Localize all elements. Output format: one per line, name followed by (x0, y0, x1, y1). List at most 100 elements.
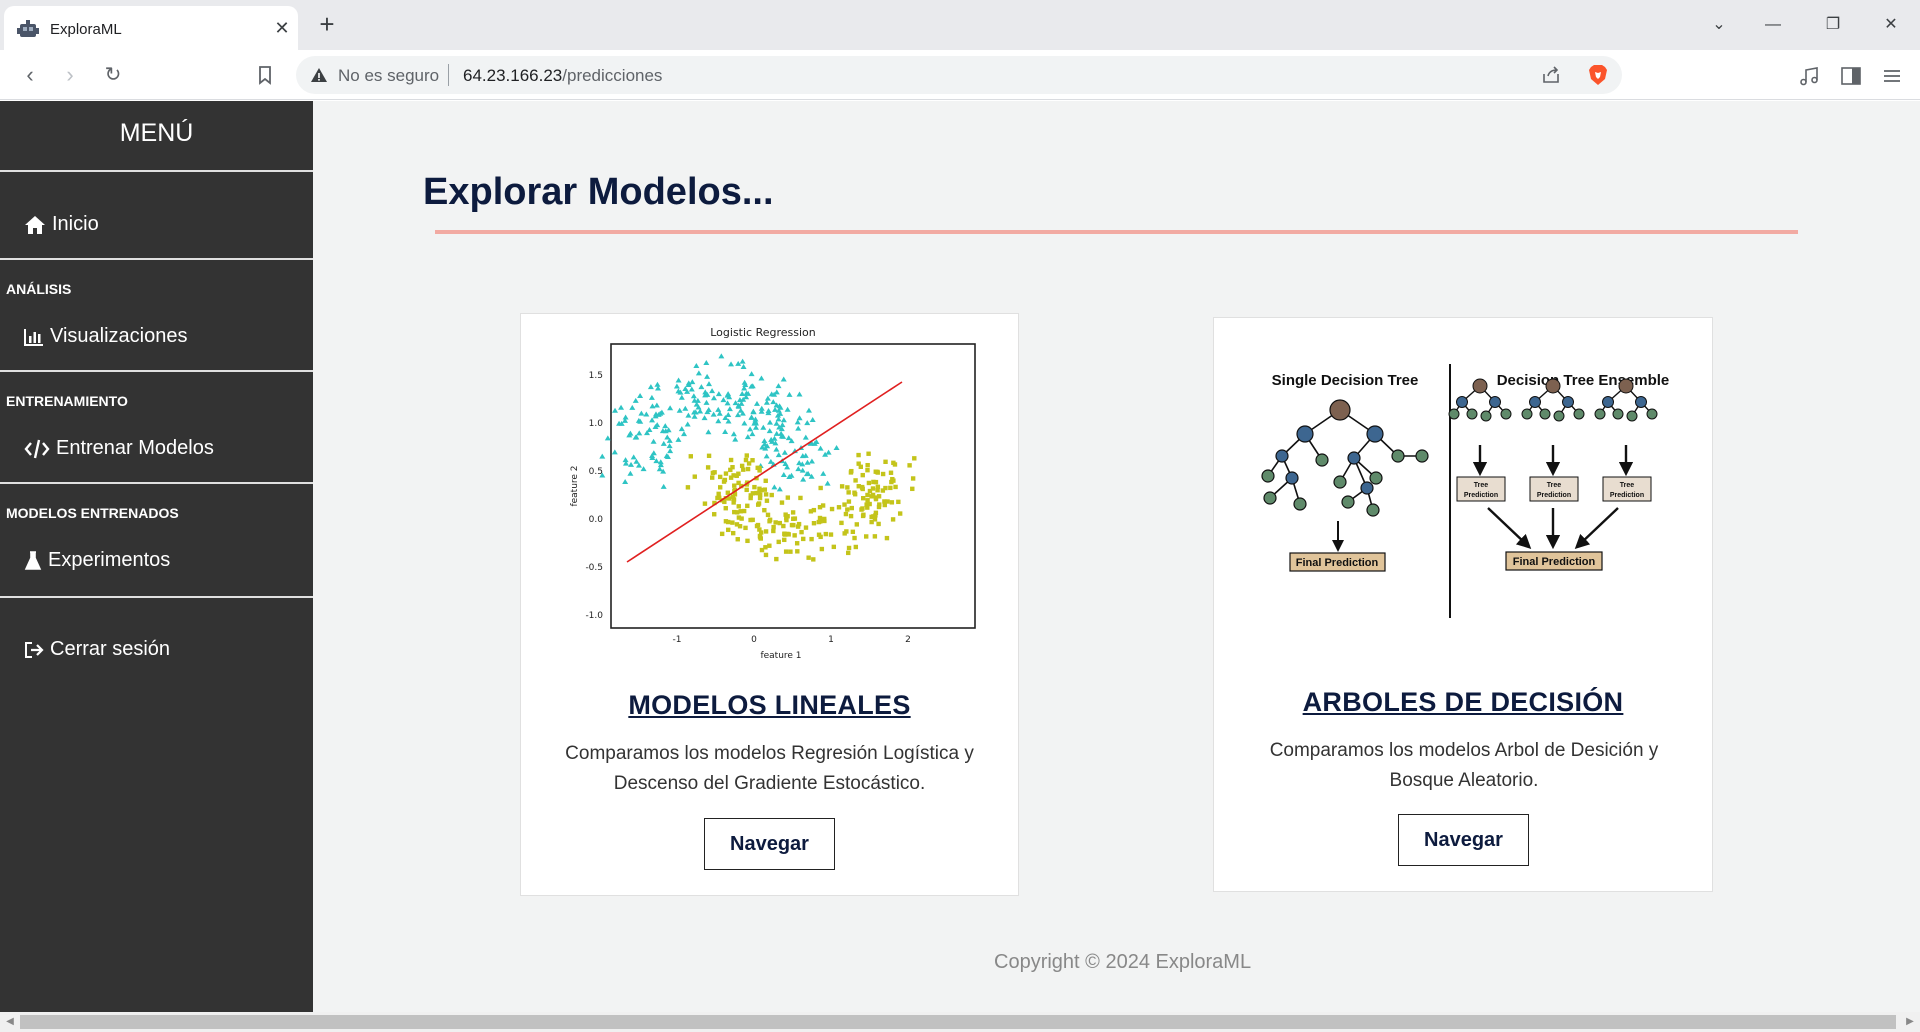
scatter-point-class-b (866, 451, 871, 456)
card-heading[interactable]: MODELOS LINEALES (521, 690, 1018, 721)
scrollbar-thumb[interactable] (20, 1015, 1896, 1029)
scatter-point-class-b (875, 469, 880, 475)
bar-chart-icon (24, 328, 43, 346)
card-heading[interactable]: ARBOLES DE DECISIÓN (1214, 687, 1712, 718)
address-bar[interactable]: No es seguro 64.23.166.23/predicciones (296, 56, 1622, 94)
sidebar-item-entrenar-modelos[interactable]: Entrenar Modelos (24, 437, 214, 460)
scatter-point-class-b (774, 556, 779, 562)
navegar-button[interactable]: Navegar (1398, 814, 1529, 866)
card-arboles-decision: Single Decision Tree Decision Tree Ensem… (1213, 317, 1713, 892)
scatter-point-class-b (767, 543, 772, 548)
menu-icon[interactable] (1880, 64, 1904, 88)
scatter-point-class-b (688, 454, 693, 459)
url-text[interactable]: 64.23.166.23/predicciones (463, 66, 662, 86)
scatter-point-class-b (845, 485, 850, 490)
final-prediction-label: Final Prediction (1513, 556, 1596, 568)
ytick-label: 1.5 (589, 371, 603, 381)
horizontal-scrollbar[interactable]: ◀ ▶ (0, 1012, 1920, 1032)
scatter-point-class-b (731, 497, 737, 502)
media-icon[interactable] (1797, 64, 1821, 88)
scatter-point-class-b (822, 518, 827, 524)
y-axis-label: feature 2 (570, 465, 580, 506)
sidebar-item-experimentos[interactable]: Experimentos (24, 549, 170, 572)
scatter-point-class-b (852, 535, 857, 541)
scatter-point-class-b (860, 472, 865, 478)
scatter-point-class-b (861, 495, 866, 501)
scatter-point-class-b (870, 492, 876, 498)
scatter-point-class-b (876, 504, 882, 510)
sidebar-item-inicio[interactable]: Inicio (24, 213, 99, 236)
minimize-button[interactable]: — (1758, 10, 1788, 40)
bookmark-icon[interactable] (254, 64, 276, 86)
sidebar-divider (0, 370, 313, 372)
scatter-point-class-b (846, 499, 852, 504)
scatter-point-class-b (755, 502, 761, 507)
tree-prediction-label: Tree (1620, 482, 1635, 489)
security-label[interactable]: No es seguro (338, 66, 439, 86)
final-prediction-label: Final Prediction (1296, 557, 1379, 569)
browser-tab[interactable]: ExploraML ✕ (4, 6, 298, 50)
scatter-point-class-b (716, 491, 721, 497)
scroll-left-icon[interactable]: ◀ (2, 1014, 18, 1030)
navegar-button[interactable]: Navegar (704, 818, 835, 870)
scatter-point-class-b (763, 529, 769, 534)
scatter-point-class-b (889, 479, 894, 485)
forward-button[interactable]: › (56, 61, 84, 89)
url-path: /predicciones (562, 66, 663, 85)
new-tab-button[interactable]: + (314, 11, 340, 38)
scatter-point-class-b (798, 495, 803, 501)
scatter-point-class-b (910, 476, 916, 481)
scatter-point-class-b (785, 514, 790, 519)
scatter-point-class-b (757, 465, 762, 471)
scatter-point-class-b (702, 501, 708, 506)
scatter-point-class-b (705, 465, 711, 470)
sidebar-item-visualizaciones[interactable]: Visualizaciones (24, 325, 188, 348)
scatter-point-class-b (867, 501, 872, 507)
scatter-point-class-b (795, 549, 800, 554)
scatter-point-class-b (880, 471, 886, 477)
scatter-point-class-b (706, 453, 712, 459)
page-title: Explorar Modelos... (423, 171, 774, 213)
ytick-label: -0.5 (585, 563, 603, 573)
tab-search-icon[interactable]: ⌄ (1704, 10, 1734, 40)
share-icon[interactable] (1540, 64, 1562, 86)
scroll-right-icon[interactable]: ▶ (1902, 1014, 1918, 1030)
restore-button[interactable]: ❐ (1818, 10, 1848, 40)
brave-shield-icon[interactable] (1586, 63, 1610, 87)
tab-close-icon[interactable]: ✕ (270, 16, 294, 40)
scatter-point-class-b (897, 511, 903, 516)
plot-frame (610, 343, 976, 629)
scatter-point-class-b (776, 539, 781, 545)
scatter-point-class-b (811, 507, 817, 513)
scatter-point-class-b (719, 531, 725, 537)
sidebar-item-cerrar-sesion[interactable]: Cerrar sesión (24, 638, 170, 661)
scatter-point-class-b (728, 457, 734, 463)
close-window-button[interactable]: ✕ (1876, 10, 1906, 40)
sidebar-divider (0, 482, 313, 484)
x-axis-label: feature 1 (760, 651, 801, 661)
scatter-point-class-b (848, 513, 854, 519)
scatter-point-class-a (604, 435, 611, 441)
scatter-point-class-b (773, 520, 778, 525)
scatter-point-class-b (792, 533, 797, 538)
scatter-point-class-b (784, 517, 789, 523)
scatter-point-class-b (811, 557, 816, 562)
browser-toolbar: ‹ › ↻ No es seguro 64.23.166.23/predicci… (0, 50, 1920, 100)
tree-prediction-label: Prediction (1610, 492, 1644, 499)
sidebar-toggle-icon[interactable] (1839, 64, 1863, 88)
reload-button[interactable]: ↻ (99, 61, 127, 89)
scatter-point-class-b (880, 488, 886, 493)
scatter-point-class-b (731, 473, 736, 478)
sidebar-item-label: Cerrar sesión (50, 638, 171, 660)
scatter-point-class-b (871, 479, 876, 485)
scatter-point-class-a (599, 453, 606, 459)
scatter-point-class-b (685, 485, 691, 490)
sidebar-item-label: Experimentos (48, 549, 171, 571)
scatter-point-class-b (792, 516, 798, 521)
scatter-point-class-b (907, 463, 912, 468)
xtick-label: 0 (751, 635, 757, 645)
scatter-point-class-b (726, 527, 731, 533)
warning-icon (311, 68, 327, 82)
back-button[interactable]: ‹ (16, 61, 44, 89)
scatter-point-class-b (779, 500, 785, 505)
